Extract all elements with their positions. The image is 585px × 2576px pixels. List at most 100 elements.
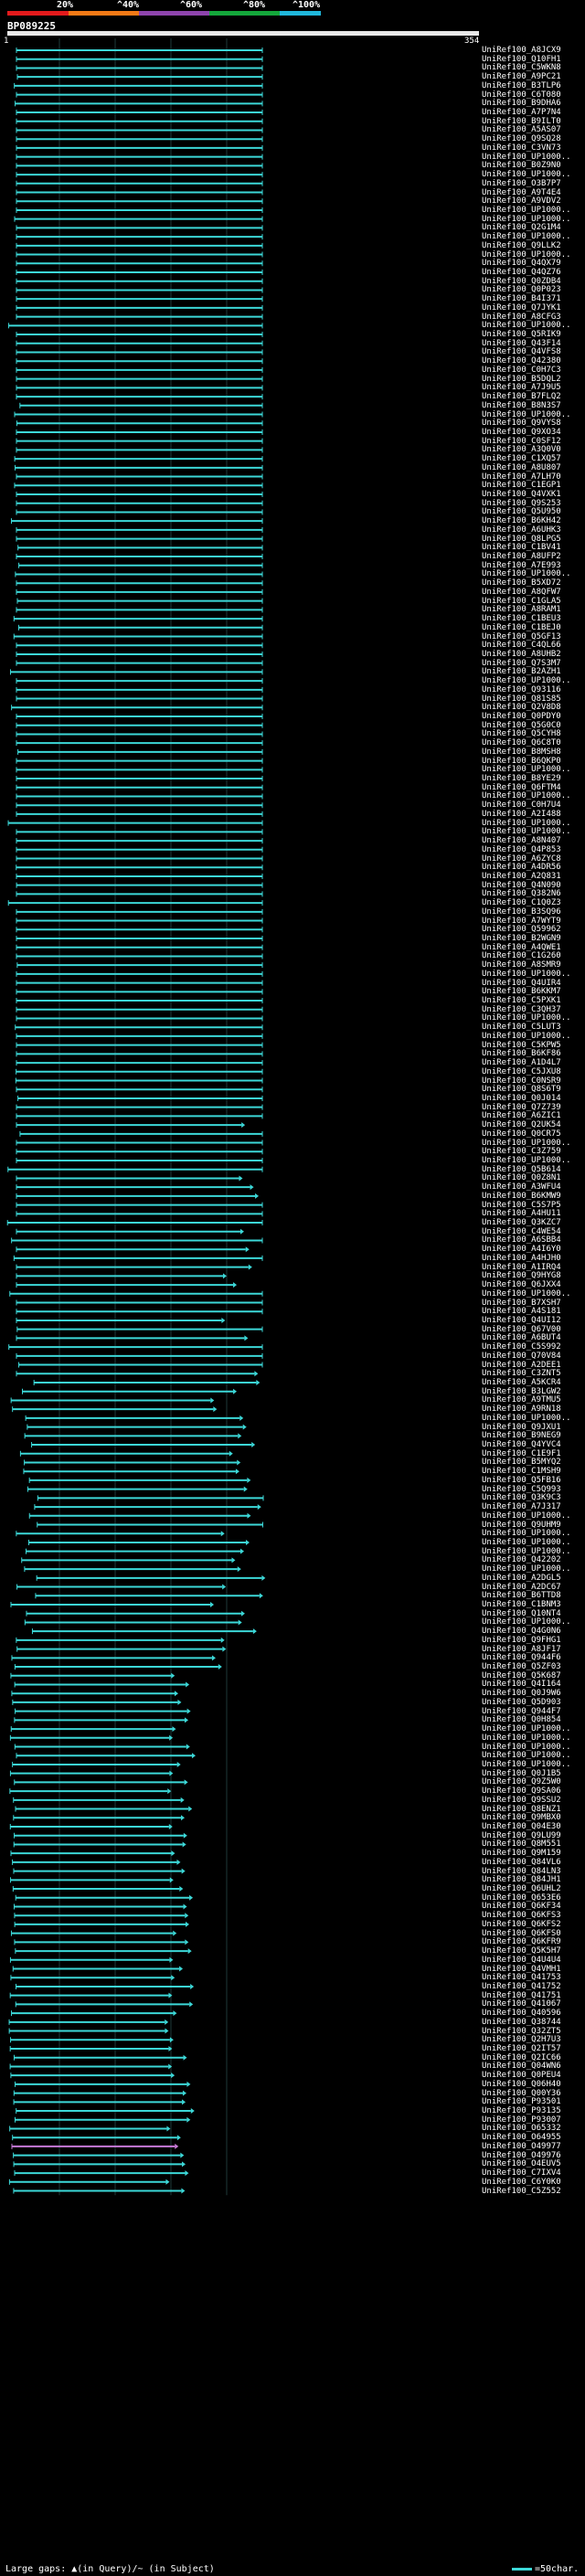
hit-label[interactable]: UniRef100_B2AZH1 — [482, 667, 585, 676]
hit-label[interactable]: UniRef100_B3SQ96 — [482, 907, 585, 917]
hit-label[interactable]: UniRef100_C3Z759 — [482, 1147, 585, 1156]
hit-label[interactable]: UniRef100_Q5D903 — [482, 1698, 585, 1707]
hit-label[interactable]: UniRef100_Q38744 — [482, 2018, 585, 2027]
hit-label[interactable]: UniRef100_A2Q831 — [482, 872, 585, 881]
hit-label[interactable]: UniRef100_C5WKN8 — [482, 63, 585, 72]
hit-label[interactable]: UniRef100_A9TMU5 — [482, 1395, 585, 1405]
hit-label[interactable]: UniRef100_Q382N6 — [482, 889, 585, 898]
hit-label[interactable]: UniRef100_UP1000.. — [482, 1013, 585, 1023]
hit-label[interactable]: UniRef100_A8RAM1 — [482, 605, 585, 614]
hit-label[interactable]: UniRef100_Q0Z8N1 — [482, 1173, 585, 1182]
hit-label[interactable]: UniRef100_UP1000.. — [482, 1414, 585, 1423]
hit-label[interactable]: UniRef100_Q6UHL2 — [482, 1884, 585, 1893]
hit-label[interactable]: UniRef100_O49977 — [482, 2142, 585, 2151]
hit-label[interactable]: UniRef100_C1MSH9 — [482, 1467, 585, 1476]
hit-label[interactable]: UniRef100_Q4U4U4 — [482, 1956, 585, 1965]
hit-label[interactable]: UniRef100_A1D4L7 — [482, 1058, 585, 1067]
hit-label[interactable]: UniRef100_Q944F7 — [482, 1707, 585, 1716]
hit-label[interactable]: UniRef100_Q3KZC7 — [482, 1218, 585, 1227]
hit-label[interactable]: UniRef100_Q9M159 — [482, 1849, 585, 1858]
hit-label[interactable]: UniRef100_A8CFG3 — [482, 313, 585, 322]
hit-label[interactable]: UniRef100_Q7JYK1 — [482, 303, 585, 313]
hit-label[interactable]: UniRef100_A6ZIC1 — [482, 1111, 585, 1120]
hit-label[interactable]: UniRef100_A2I488 — [482, 810, 585, 819]
hit-label[interactable]: UniRef100_UP1000.. — [482, 676, 585, 685]
hit-label[interactable]: UniRef100_Q42380 — [482, 356, 585, 366]
hit-label[interactable]: UniRef100_UP1000.. — [482, 232, 585, 241]
hit-label[interactable]: UniRef100_C5Z552 — [482, 2187, 585, 2196]
hit-label[interactable]: UniRef100_A6SBB4 — [482, 1235, 585, 1245]
hit-label[interactable]: UniRef100_Q2H7U3 — [482, 2035, 585, 2044]
hit-label[interactable]: UniRef100_Q6KFR9 — [482, 1937, 585, 1946]
hit-label[interactable]: UniRef100_A9T4E4 — [482, 188, 585, 197]
hit-label[interactable]: UniRef100_A3Q0V0 — [482, 445, 585, 454]
hit-label[interactable]: UniRef100_Q9SSU2 — [482, 1796, 585, 1805]
hit-label[interactable]: UniRef100_UP1000.. — [482, 1617, 585, 1627]
hit-label[interactable]: UniRef100_Q2G1M4 — [482, 223, 585, 232]
hit-label[interactable]: UniRef100_UP1000.. — [482, 1733, 585, 1743]
hit-label[interactable]: UniRef100_C5S7P5 — [482, 1201, 585, 1210]
hit-label[interactable]: UniRef100_C3VN73 — [482, 143, 585, 153]
hit-label[interactable]: UniRef100_A9PC21 — [482, 72, 585, 81]
hit-label[interactable]: UniRef100_UP1000.. — [482, 819, 585, 828]
hit-label[interactable]: UniRef100_C3ZNT5 — [482, 1369, 585, 1378]
hit-label[interactable]: UniRef100_A4QWE1 — [482, 943, 585, 952]
hit-label[interactable]: UniRef100_Q5GF13 — [482, 632, 585, 641]
hit-label[interactable]: UniRef100_Q5CYH8 — [482, 729, 585, 738]
hit-label[interactable]: UniRef100_C7IXV4 — [482, 2168, 585, 2178]
hit-label[interactable]: UniRef100_Q42202 — [482, 1555, 585, 1564]
hit-label[interactable]: UniRef100_B3LGW2 — [482, 1387, 585, 1396]
hit-label[interactable]: UniRef100_Q43F14 — [482, 339, 585, 348]
hit-label[interactable]: UniRef100_Q10NT4 — [482, 1609, 585, 1618]
hit-label[interactable]: UniRef100_Q8LPG5 — [482, 535, 585, 544]
hit-label[interactable]: UniRef100_UP1000.. — [482, 153, 585, 162]
hit-label[interactable]: UniRef100_Q4UIR4 — [482, 979, 585, 988]
hit-label[interactable]: UniRef100_Q8ENZ1 — [482, 1805, 585, 1814]
hit-label[interactable]: UniRef100_UP1000.. — [482, 250, 585, 260]
hit-label[interactable]: UniRef100_Q5FB16 — [482, 1476, 585, 1485]
hit-label[interactable]: UniRef100_Q41067 — [482, 1999, 585, 2009]
hit-label[interactable]: UniRef100_UP1000.. — [482, 1538, 585, 1547]
hit-label[interactable]: UniRef100_A7J9U5 — [482, 383, 585, 392]
hit-label[interactable]: UniRef100_A8JCX9 — [482, 46, 585, 55]
hit-label[interactable]: UniRef100_Q7S3M7 — [482, 659, 585, 668]
hit-label[interactable]: UniRef100_A8UHB2 — [482, 650, 585, 659]
hit-label[interactable]: UniRef100_Q7Z739 — [482, 1103, 585, 1112]
hit-label[interactable]: UniRef100_UP1000.. — [482, 1032, 585, 1041]
hit-label[interactable]: UniRef100_Q10FH1 — [482, 55, 585, 64]
hit-label[interactable]: UniRef100_Q93116 — [482, 685, 585, 694]
hit-label[interactable]: UniRef100_B0Z9N0 — [482, 161, 585, 170]
hit-label[interactable]: UniRef100_Q944F6 — [482, 1653, 585, 1662]
hit-label[interactable]: UniRef100_C0H7U4 — [482, 800, 585, 810]
hit-label[interactable]: UniRef100_UP1000.. — [482, 206, 585, 215]
hit-label[interactable]: UniRef100_Q2V8D8 — [482, 703, 585, 712]
hit-label[interactable]: UniRef100_C1GLA5 — [482, 597, 585, 606]
hit-label[interactable]: UniRef100_C1G260 — [482, 951, 585, 960]
hit-label[interactable]: UniRef100_Q2UK54 — [482, 1120, 585, 1129]
hit-label[interactable]: UniRef100_Q32ZT5 — [482, 2027, 585, 2036]
hit-label[interactable]: UniRef100_Q9VYS8 — [482, 419, 585, 428]
hit-label[interactable]: UniRef100_Q4VFS8 — [482, 347, 585, 356]
hit-label[interactable]: UniRef100_A8N407 — [482, 836, 585, 845]
hit-label[interactable]: UniRef100_A6BUT4 — [482, 1333, 585, 1342]
hit-label[interactable]: UniRef100_Q8S6T9 — [482, 1085, 585, 1094]
hit-label[interactable]: UniRef100_C5S992 — [482, 1342, 585, 1352]
hit-label[interactable]: UniRef100_C0NSR9 — [482, 1076, 585, 1086]
hit-label[interactable]: UniRef100_P93135 — [482, 2106, 585, 2115]
hit-label[interactable]: UniRef100_UP1000.. — [482, 827, 585, 836]
hit-label[interactable]: UniRef100_C5JXU8 — [482, 1067, 585, 1076]
hit-label[interactable]: UniRef100_Q0PDY0 — [482, 712, 585, 721]
hit-label[interactable]: UniRef100_C4QL66 — [482, 641, 585, 650]
hit-label[interactable]: UniRef100_Q5B614 — [482, 1165, 585, 1174]
hit-label[interactable]: UniRef100_Q6C8T0 — [482, 738, 585, 747]
hit-label[interactable]: UniRef100_Q9JXU1 — [482, 1423, 585, 1432]
hit-label[interactable]: UniRef100_C0SF12 — [482, 437, 585, 446]
hit-label[interactable]: UniRef100_Q9FHG1 — [482, 1636, 585, 1645]
hit-label[interactable]: UniRef100_B9NEG9 — [482, 1431, 585, 1440]
hit-label[interactable]: UniRef100_Q4VXK1 — [482, 490, 585, 499]
hit-label[interactable]: UniRef100_A7LH70 — [482, 472, 585, 482]
hit-label[interactable]: UniRef100_A7WYT9 — [482, 917, 585, 926]
hit-label[interactable]: UniRef100_Q00Y36 — [482, 2089, 585, 2098]
hit-label[interactable]: UniRef100_A4DR56 — [482, 863, 585, 872]
hit-label[interactable]: UniRef100_UP1000.. — [482, 1743, 585, 1752]
